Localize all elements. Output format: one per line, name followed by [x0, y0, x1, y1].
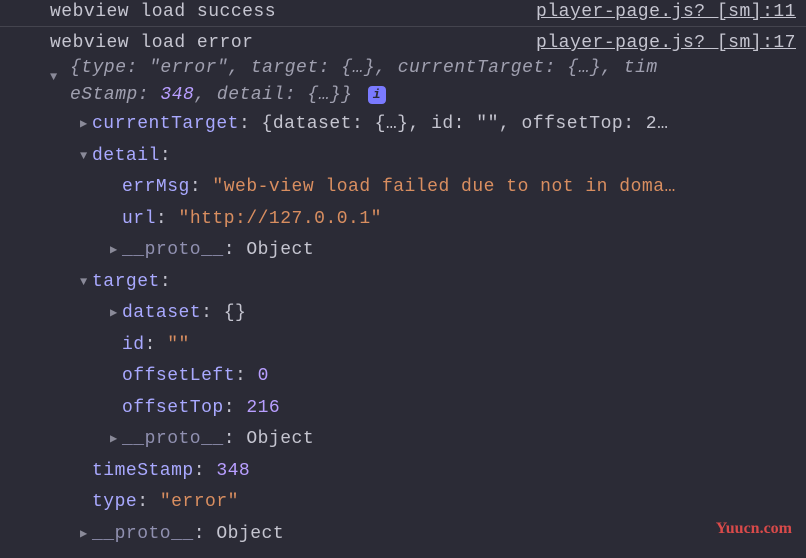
- property-key: type: [92, 492, 137, 512]
- property-value: 0: [258, 366, 269, 386]
- tree-node[interactable]: ▶__proto__: Object: [30, 519, 806, 551]
- property-key: url: [122, 209, 156, 229]
- object-tree: ▶currentTarget: {dataset: {…}, id: "", o…: [0, 109, 806, 550]
- caret-right-icon[interactable]: ▶: [110, 303, 122, 324]
- tree-leaf[interactable]: url: "http://127.0.0.1": [30, 204, 806, 236]
- caret-right-icon[interactable]: ▶: [80, 524, 92, 545]
- info-icon[interactable]: i: [368, 86, 386, 104]
- property-value: 216: [246, 398, 280, 418]
- property-key: offsetTop: [122, 398, 224, 418]
- watermark: Yuucn.com: [716, 520, 792, 538]
- object-preview: eStamp: 348, detail: {…}} i: [0, 82, 806, 109]
- log-message: webview load success: [10, 2, 276, 22]
- property-value: {}: [224, 303, 247, 323]
- property-key: detail: [92, 146, 160, 166]
- property-key: __proto__: [92, 524, 194, 544]
- property-key: id: [122, 335, 145, 355]
- console-log-entry[interactable]: webview load error player-page.js? [sm]:…: [0, 27, 806, 55]
- caret-right-icon[interactable]: ▶: [110, 429, 122, 450]
- property-value: "error": [160, 492, 239, 512]
- property-key: errMsg: [122, 177, 190, 197]
- property-value: Object: [246, 429, 314, 449]
- property-key: target: [92, 272, 160, 292]
- caret-right-icon[interactable]: ▶: [110, 240, 122, 261]
- property-key: timeStamp: [92, 461, 194, 481]
- log-source-link[interactable]: player-page.js? [sm]:17: [516, 33, 796, 53]
- tree-node[interactable]: ▼target:: [30, 267, 806, 299]
- property-value: "http://127.0.0.1": [179, 209, 382, 229]
- tree-leaf[interactable]: offsetLeft: 0: [30, 361, 806, 393]
- tree-node[interactable]: ▶__proto__: Object: [30, 235, 806, 267]
- property-value: {dataset: {…}, id: "", offsetTop: 2…: [262, 114, 669, 134]
- tree-node[interactable]: ▶currentTarget: {dataset: {…}, id: "", o…: [30, 109, 806, 141]
- tree-node[interactable]: ▶dataset: {}: [30, 298, 806, 330]
- log-message: webview load error: [10, 33, 253, 53]
- caret-right-icon[interactable]: ▶: [80, 114, 92, 135]
- tree-node[interactable]: ▶__proto__: Object: [30, 424, 806, 456]
- caret-down-icon[interactable]: ▼: [50, 70, 58, 84]
- property-key: offsetLeft: [122, 366, 235, 386]
- caret-down-icon[interactable]: ▼: [80, 146, 92, 167]
- tree-leaf[interactable]: id: "": [30, 330, 806, 362]
- property-value: "": [167, 335, 190, 355]
- tree-leaf[interactable]: type: "error": [30, 487, 806, 519]
- property-value: 348: [216, 461, 250, 481]
- property-value: "web-view load failed due to not in doma…: [212, 177, 675, 197]
- tree-leaf[interactable]: offsetTop: 216: [30, 393, 806, 425]
- property-key: dataset: [122, 303, 201, 323]
- tree-node[interactable]: ▼detail:: [30, 141, 806, 173]
- property-key: __proto__: [122, 429, 224, 449]
- property-value: Object: [246, 240, 314, 260]
- property-value: Object: [216, 524, 284, 544]
- tree-leaf[interactable]: errMsg: "web-view load failed due to not…: [30, 172, 806, 204]
- caret-down-icon[interactable]: ▼: [80, 272, 92, 293]
- property-key: __proto__: [122, 240, 224, 260]
- property-key: currentTarget: [92, 114, 239, 134]
- log-source-link[interactable]: player-page.js? [sm]:11: [516, 2, 796, 22]
- console-log-entry[interactable]: webview load success player-page.js? [sm…: [0, 0, 806, 27]
- object-preview[interactable]: {type: "error", target: {…}, currentTarg…: [0, 55, 806, 82]
- tree-leaf[interactable]: timeStamp: 348: [30, 456, 806, 488]
